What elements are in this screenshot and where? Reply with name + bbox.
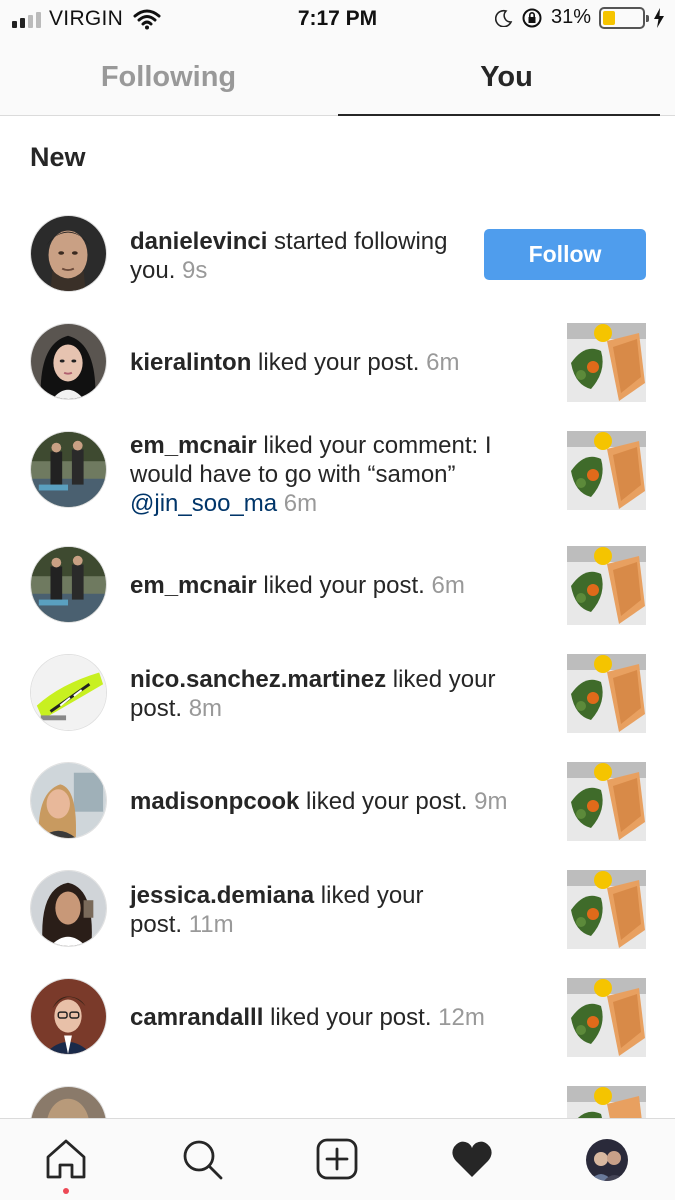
home-icon[interactable] <box>44 1137 88 1181</box>
notification-item[interactable]: kieralinton liked your post. 6m <box>0 323 675 403</box>
tab-you[interactable]: You <box>338 38 675 116</box>
notification-text: jessica.demiana liked your post. 11m <box>130 881 460 939</box>
notification-time: 9s <box>182 257 208 284</box>
notification-username[interactable]: camrandalll <box>130 1004 263 1031</box>
do-not-disturb-icon <box>494 9 513 27</box>
battery-icon <box>599 6 649 29</box>
notification-action: liked your post. <box>263 1004 439 1031</box>
user-avatar[interactable] <box>30 870 107 947</box>
notification-mention[interactable]: @jin_soo_ma <box>130 490 277 517</box>
notification-item[interactable]: camrandalll liked your post. 12m <box>0 978 675 1058</box>
status-bar: VIRGIN 7:17 PM 31% <box>0 0 675 38</box>
user-avatar[interactable] <box>30 546 107 623</box>
notification-time: 6m <box>283 490 318 517</box>
notification-item[interactable]: em_mcnair liked your post. 6m <box>0 546 675 626</box>
active-tab-indicator <box>338 114 660 116</box>
notification-item-partial[interactable] <box>0 1086 675 1118</box>
notification-username[interactable]: em_mcnair <box>130 432 257 459</box>
notification-time: 12m <box>438 1004 485 1031</box>
user-avatar[interactable] <box>30 654 107 731</box>
post-thumbnail[interactable] <box>567 1086 646 1118</box>
notification-username[interactable]: nico.sanchez.martinez <box>130 666 386 693</box>
user-avatar[interactable] <box>30 978 107 1055</box>
notification-username[interactable]: em_mcnair <box>130 572 257 599</box>
battery-percentage: 31% <box>550 6 591 28</box>
home-activity-dot <box>63 1188 69 1194</box>
notification-text: camrandalll liked your post. 12m <box>130 1003 550 1032</box>
heart-icon[interactable] <box>450 1137 494 1181</box>
notification-action: liked your post. <box>299 788 475 815</box>
notification-text: nico.sanchez.martinez liked your post. 8… <box>130 665 540 723</box>
tab-following[interactable]: Following <box>0 38 337 116</box>
activity-tabs: Following You <box>0 38 675 116</box>
post-thumbnail[interactable] <box>567 431 646 510</box>
post-thumbnail[interactable] <box>567 870 646 949</box>
post-thumbnail[interactable] <box>567 762 646 841</box>
user-avatar[interactable] <box>30 431 107 508</box>
notification-text: em_mcnair liked your comment: I would ha… <box>130 431 540 518</box>
notification-username[interactable]: kieralinton <box>130 349 251 376</box>
notification-item[interactable]: jessica.demiana liked your post. 11m <box>0 870 675 950</box>
notification-action: liked your post. <box>256 572 432 599</box>
user-avatar[interactable] <box>30 762 107 839</box>
notification-item[interactable]: em_mcnair liked your comment: I would ha… <box>0 431 675 521</box>
post-thumbnail[interactable] <box>567 546 646 625</box>
notification-time: 6m <box>431 572 465 599</box>
notification-item[interactable]: nico.sanchez.martinez liked your post. 8… <box>0 654 675 734</box>
rotation-lock-icon <box>522 8 542 27</box>
notification-username[interactable]: jessica.demiana <box>130 882 314 909</box>
profile-avatar[interactable] <box>586 1139 628 1181</box>
section-title-new: New <box>30 142 86 172</box>
post-thumbnail[interactable] <box>567 323 646 402</box>
notification-text: em_mcnair liked your post. 6m <box>130 571 550 600</box>
charging-bolt-icon <box>654 7 664 28</box>
notification-time: 9m <box>474 788 508 815</box>
notification-action: liked your post. <box>251 349 427 376</box>
post-thumbnail[interactable] <box>567 978 646 1057</box>
notification-time: 8m <box>188 695 223 722</box>
notification-text: madisonpcook liked your post. 9m <box>130 787 550 816</box>
wifi-icon <box>133 9 161 30</box>
notification-time: 6m <box>426 349 460 376</box>
carrier-name: VIRGIN <box>49 7 124 30</box>
user-avatar[interactable] <box>30 1086 107 1118</box>
notification-username[interactable]: danielevinci <box>130 228 267 255</box>
bottom-navigation <box>0 1118 675 1200</box>
user-avatar[interactable] <box>30 215 107 292</box>
notification-text: danielevinci started following you. 9s <box>130 227 470 285</box>
user-avatar[interactable] <box>30 323 107 400</box>
notification-time: 11m <box>188 911 234 938</box>
notification-username[interactable]: madisonpcook <box>130 788 299 815</box>
notification-item[interactable]: danielevinci started following you. 9s F… <box>0 215 675 295</box>
notification-text: kieralinton liked your post. 6m <box>130 348 550 377</box>
notification-item[interactable]: madisonpcook liked your post. 9m <box>0 762 675 842</box>
add-post-icon[interactable] <box>315 1137 359 1181</box>
search-icon[interactable] <box>180 1137 224 1181</box>
signal-strength-icon <box>12 10 41 28</box>
post-thumbnail[interactable] <box>567 654 646 733</box>
follow-button[interactable]: Follow <box>484 229 646 280</box>
